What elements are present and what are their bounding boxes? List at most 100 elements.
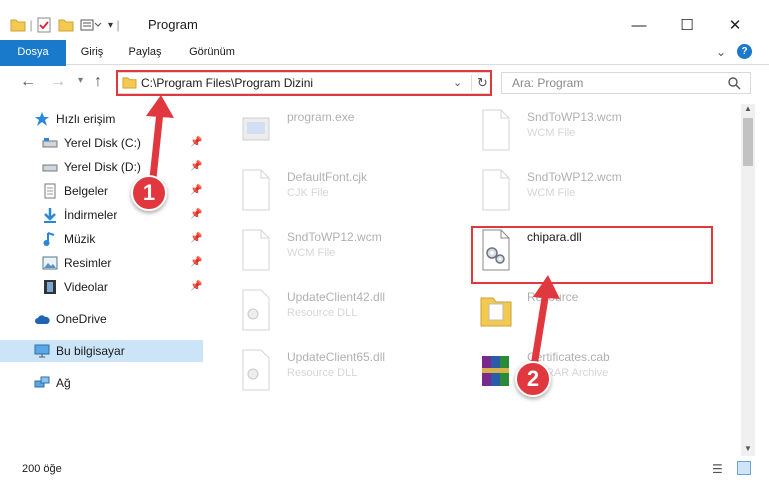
file-item[interactable]: SndToWP12.wcm WCM File <box>217 224 447 280</box>
scroll-up-icon[interactable]: ▲ <box>744 104 752 113</box>
nav-this-pc[interactable]: Bu bilgisayar <box>0 340 203 362</box>
pin-icon[interactable]: 📌 <box>190 137 202 148</box>
document-icon <box>242 169 270 211</box>
properties-check-icon[interactable] <box>36 17 52 33</box>
up-arrow-icon[interactable]: ↑ <box>94 73 102 91</box>
nav-item-label: Yerel Disk (C:) <box>64 136 141 150</box>
customize-icon[interactable] <box>80 18 102 32</box>
back-arrow-icon[interactable]: ← <box>20 73 36 91</box>
file-type: WCM File <box>527 187 576 199</box>
star-icon <box>35 112 49 126</box>
nav-onedrive[interactable]: OneDrive <box>0 308 203 330</box>
file-item[interactable]: UpdateClient65.dll Resource DLL <box>217 344 447 400</box>
large-icons-view-icon[interactable] <box>737 461 751 475</box>
file-type: Resource DLL <box>287 307 358 319</box>
scroll-thumb[interactable] <box>743 118 753 166</box>
nav-network-label: Ağ <box>56 376 71 390</box>
details-view-icon[interactable]: ☰ <box>712 462 723 476</box>
drive-icon <box>42 164 58 172</box>
file-item[interactable]: DefaultFont.cjk CJK File <box>217 164 447 220</box>
nav-item-local-disk-c[interactable]: Yerel Disk (C:) 📌 <box>0 132 203 154</box>
tab-giris[interactable]: Giriş <box>70 40 114 65</box>
forward-arrow-icon[interactable]: → <box>50 73 66 91</box>
tab-paylas[interactable]: Paylaş <box>120 40 170 65</box>
step-1-badge: 1 <box>131 175 167 211</box>
nav-item-downloads[interactable]: İndirmeler 📌 <box>0 204 203 226</box>
film-icon <box>44 280 56 294</box>
file-name: UpdateClient42.dll <box>287 290 386 304</box>
file-item[interactable]: program.exe <box>217 104 447 160</box>
quick-access-toolbar: | ▾ | <box>10 14 123 36</box>
nav-this-pc-label: Bu bilgisayar <box>56 344 125 358</box>
archive-books-icon <box>482 356 509 386</box>
expand-ribbon-icon[interactable]: ⌄ <box>716 45 726 59</box>
nav-network[interactable]: Ağ <box>0 372 203 394</box>
recent-chevron-icon[interactable]: ▾ <box>78 75 83 86</box>
file-item[interactable]: Resource <box>457 284 687 340</box>
file-name: SndToWP13.wcm <box>527 110 622 124</box>
file-name: program.exe <box>287 110 355 124</box>
folder-icon <box>480 297 512 327</box>
document-icon <box>482 169 510 211</box>
pin-icon[interactable]: 📌 <box>190 185 202 196</box>
pictures-icon <box>42 256 58 270</box>
item-count: 200 öğe <box>22 463 62 475</box>
minimize-button[interactable]: — <box>617 10 661 40</box>
nav-item-documents[interactable]: Belgeler 📌 <box>0 180 203 202</box>
document-icon <box>482 109 510 151</box>
vertical-scrollbar[interactable]: ▲ ▼ <box>741 104 755 456</box>
nav-quick-access-label: Hızlı erişim <box>56 112 116 126</box>
pin-icon[interactable]: 📌 <box>190 233 202 244</box>
file-item[interactable]: SndToWP13.wcm WCM File <box>457 104 687 160</box>
nav-onedrive-label: OneDrive <box>56 312 107 326</box>
nav-item-label: Müzik <box>64 232 96 246</box>
network-icon <box>34 376 50 388</box>
dll-gear-file-icon <box>242 349 270 391</box>
file-name: SndToWP12.wcm <box>527 170 622 184</box>
drive-icon <box>42 138 58 148</box>
nav-item-label: İndirmeler <box>64 208 118 222</box>
tab-gorunum[interactable]: Görünüm <box>180 40 244 65</box>
file-name: Resource <box>527 290 579 304</box>
address-highlight-box <box>116 70 492 96</box>
nav-item-label: Belgeler <box>64 184 109 198</box>
pin-icon[interactable]: 📌 <box>190 161 202 172</box>
file-type: CJK File <box>287 187 329 199</box>
search-input[interactable]: Ara: Program <box>501 72 751 94</box>
new-folder-icon[interactable] <box>58 18 74 32</box>
help-icon[interactable]: ? <box>737 44 752 59</box>
file-item[interactable]: UpdateClient42.dll Resource DLL <box>217 284 447 340</box>
close-button[interactable]: ✕ <box>713 10 757 40</box>
pin-icon[interactable]: 📌 <box>190 257 202 268</box>
nav-item-pictures[interactable]: Resimler 📌 <box>0 252 203 274</box>
music-note-icon <box>43 232 55 246</box>
nav-item-local-disk-d[interactable]: Yerel Disk (D:) 📌 <box>0 156 203 178</box>
download-arrow-icon <box>44 208 56 223</box>
file-item[interactable]: Certificates.cab WinRAR Archive <box>457 344 687 400</box>
computer-icon <box>34 344 50 358</box>
file-name: DefaultFont.cjk <box>287 170 368 184</box>
file-item[interactable]: SndToWP12.wcm WCM File <box>457 164 687 220</box>
nav-item-music[interactable]: Müzik 📌 <box>0 228 203 250</box>
pin-icon[interactable]: 📌 <box>190 281 202 292</box>
nav-quick-access[interactable]: Hızlı erişim <box>0 108 203 130</box>
pin-icon[interactable]: 📌 <box>190 209 202 220</box>
search-placeholder: Ara: Program <box>512 76 584 90</box>
file-type: Resource DLL <box>287 367 358 379</box>
maximize-button[interactable]: ☐ <box>665 10 709 40</box>
nav-item-label: Resimler <box>64 256 112 270</box>
scroll-down-icon[interactable]: ▼ <box>744 444 752 453</box>
folder-icon[interactable] <box>10 18 26 32</box>
search-icon[interactable] <box>728 77 741 90</box>
navigation-pane: Hızlı erişim Yerel Disk (C:) 📌 Yerel Dis… <box>0 104 205 456</box>
cloud-icon <box>35 315 50 324</box>
ribbon-tabs: Dosya Giriş Paylaş Görünüm ⌄ ? <box>0 40 769 96</box>
step-2-badge: 2 <box>515 361 551 397</box>
file-highlight-box <box>471 226 713 284</box>
file-name: SndToWP12.wcm <box>287 230 382 244</box>
document-icon <box>242 229 270 271</box>
file-type: WCM File <box>527 127 576 139</box>
exe-file-icon <box>242 117 270 141</box>
nav-item-videos[interactable]: Videolar 📌 <box>0 276 203 298</box>
dll-gear-file-icon <box>242 289 270 331</box>
